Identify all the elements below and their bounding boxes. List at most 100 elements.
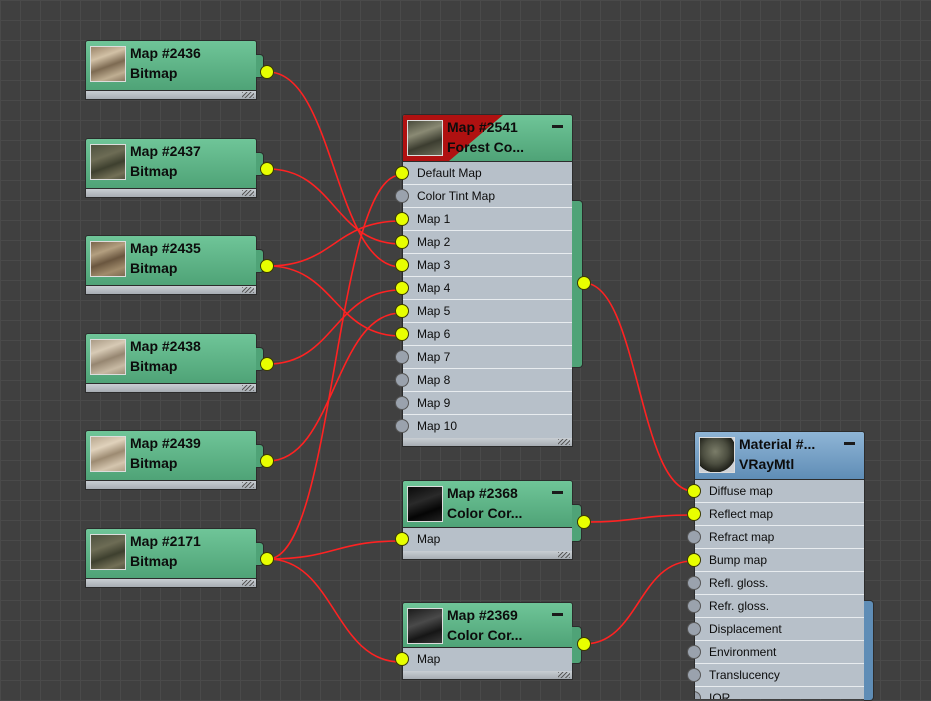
input-port[interactable]	[687, 530, 701, 544]
wire-n2368-to-material	[583, 514, 694, 523]
node-type: Color Cor...	[447, 627, 523, 643]
node-title: Map #2437	[130, 143, 201, 159]
slot-map-2[interactable]: Map 2	[395, 231, 572, 254]
node-type: VRayMtl	[739, 456, 795, 472]
input-port[interactable]	[395, 350, 409, 364]
input-port[interactable]	[395, 327, 409, 341]
slot-refract-map[interactable]: Refract map	[687, 526, 864, 549]
input-port[interactable]	[687, 553, 701, 567]
wire-n2435-to-n2541	[267, 220, 402, 267]
node-type: Bitmap	[130, 65, 178, 81]
node-title: Map #2436	[130, 45, 201, 61]
node-title: Map #2171	[130, 533, 201, 549]
slot-map-8[interactable]: Map 8	[395, 369, 572, 392]
slot-ior[interactable]: IOR	[695, 687, 864, 699]
output-port[interactable]	[577, 515, 591, 529]
input-port[interactable]	[695, 691, 701, 699]
slot-environment[interactable]: Environment	[687, 641, 864, 664]
input-port[interactable]	[395, 419, 409, 433]
wire-n2171-to-n2541	[267, 174, 402, 560]
node-type: Color Cor...	[447, 505, 523, 521]
input-port[interactable]	[395, 652, 409, 666]
input-port[interactable]	[687, 484, 701, 498]
node-type: Bitmap	[130, 358, 178, 374]
material-sphere-preview	[699, 437, 735, 473]
input-port[interactable]	[687, 645, 701, 659]
node-map-2171[interactable]: Map #2171 Bitmap	[85, 528, 274, 588]
output-port[interactable]	[260, 65, 274, 79]
input-port[interactable]	[395, 235, 409, 249]
slot-map-7[interactable]: Map 7	[395, 346, 572, 369]
slot-map-10[interactable]: Map 10	[395, 415, 572, 438]
bitmap-thumbnail	[90, 144, 126, 180]
input-port[interactable]	[687, 622, 701, 636]
input-port[interactable]	[395, 532, 409, 546]
node-type: Bitmap	[130, 260, 178, 276]
node-map-2437[interactable]: Map #2437 Bitmap	[85, 138, 274, 198]
node-map-2438[interactable]: Map #2438 Bitmap	[85, 333, 274, 393]
input-port[interactable]	[687, 576, 701, 590]
output-port[interactable]	[260, 162, 274, 176]
map-thumbnail	[407, 120, 443, 156]
slot-default-map[interactable]: Default Map	[395, 162, 572, 185]
slot-refl-gloss[interactable]: Refl. gloss.	[687, 572, 864, 595]
output-port[interactable]	[260, 552, 274, 566]
slot-map-5[interactable]: Map 5	[395, 300, 572, 323]
wire-n2541-to-material	[583, 282, 694, 492]
slot-map-1[interactable]: Map 1	[395, 208, 572, 231]
node-title: Map #2369	[447, 607, 518, 623]
slot-color-tint-map[interactable]: Color Tint Map	[395, 185, 572, 208]
node-map-2368[interactable]: Map #2368 Color Cor... Map	[395, 480, 591, 560]
slot-map-4[interactable]: Map 4	[395, 277, 572, 300]
bitmap-thumbnail	[90, 241, 126, 277]
input-port[interactable]	[395, 373, 409, 387]
slot-map[interactable]: Map	[395, 648, 572, 671]
slot-map-9[interactable]: Map 9	[395, 392, 572, 415]
slot-refr-gloss[interactable]: Refr. gloss.	[687, 595, 864, 618]
output-port[interactable]	[577, 637, 591, 651]
wire-n2171-to-n2369	[267, 558, 402, 663]
output-port[interactable]	[577, 276, 591, 290]
input-port[interactable]	[395, 189, 409, 203]
slot-displacement[interactable]: Displacement	[687, 618, 864, 641]
input-port[interactable]	[395, 396, 409, 410]
collapse-button[interactable]	[552, 125, 563, 128]
input-port[interactable]	[395, 258, 409, 272]
node-footer	[85, 189, 257, 198]
input-port[interactable]	[395, 304, 409, 318]
collapse-button[interactable]	[844, 442, 855, 445]
slot-list: Map	[395, 648, 573, 671]
slot-map-6[interactable]: Map 6	[395, 323, 572, 346]
input-port[interactable]	[687, 668, 701, 682]
wire-n2436-to-n2541	[267, 71, 402, 268]
collapse-button[interactable]	[552, 491, 563, 494]
node-map-2436[interactable]: Map #2436 Bitmap	[85, 40, 274, 100]
slot-map[interactable]: Map	[395, 528, 572, 551]
input-port[interactable]	[395, 212, 409, 226]
slot-reflect-map[interactable]: Reflect map	[687, 503, 864, 526]
node-map-2541[interactable]: Map #2541 Forest Co... Default Map Color…	[395, 114, 591, 447]
input-port[interactable]	[395, 281, 409, 295]
output-port[interactable]	[260, 357, 274, 371]
node-title: Material #...	[739, 436, 816, 452]
node-footer	[85, 286, 257, 295]
node-footer	[85, 579, 257, 588]
input-port[interactable]	[395, 166, 409, 180]
node-type: Bitmap	[130, 553, 178, 569]
input-port[interactable]	[687, 599, 701, 613]
output-port[interactable]	[260, 454, 274, 468]
collapse-button[interactable]	[552, 613, 563, 616]
node-title: Map #2541	[447, 119, 518, 135]
node-material-vraymtl[interactable]: Material #... VRayMtl Diffuse map Reflec…	[687, 431, 874, 701]
slot-translucency[interactable]: Translucency	[687, 664, 864, 687]
slot-map-3[interactable]: Map 3	[395, 254, 572, 277]
input-port[interactable]	[687, 507, 701, 521]
node-map-2369[interactable]: Map #2369 Color Cor... Map	[395, 602, 591, 680]
output-port[interactable]	[260, 259, 274, 273]
slot-bump-map[interactable]: Bump map	[687, 549, 864, 572]
node-map-2435[interactable]: Map #2435 Bitmap	[85, 235, 274, 295]
slot-diffuse-map[interactable]: Diffuse map	[687, 480, 864, 503]
node-map-2439[interactable]: Map #2439 Bitmap	[85, 430, 274, 490]
wire-n2435-to-n2541	[267, 265, 402, 337]
bitmap-thumbnail	[90, 46, 126, 82]
